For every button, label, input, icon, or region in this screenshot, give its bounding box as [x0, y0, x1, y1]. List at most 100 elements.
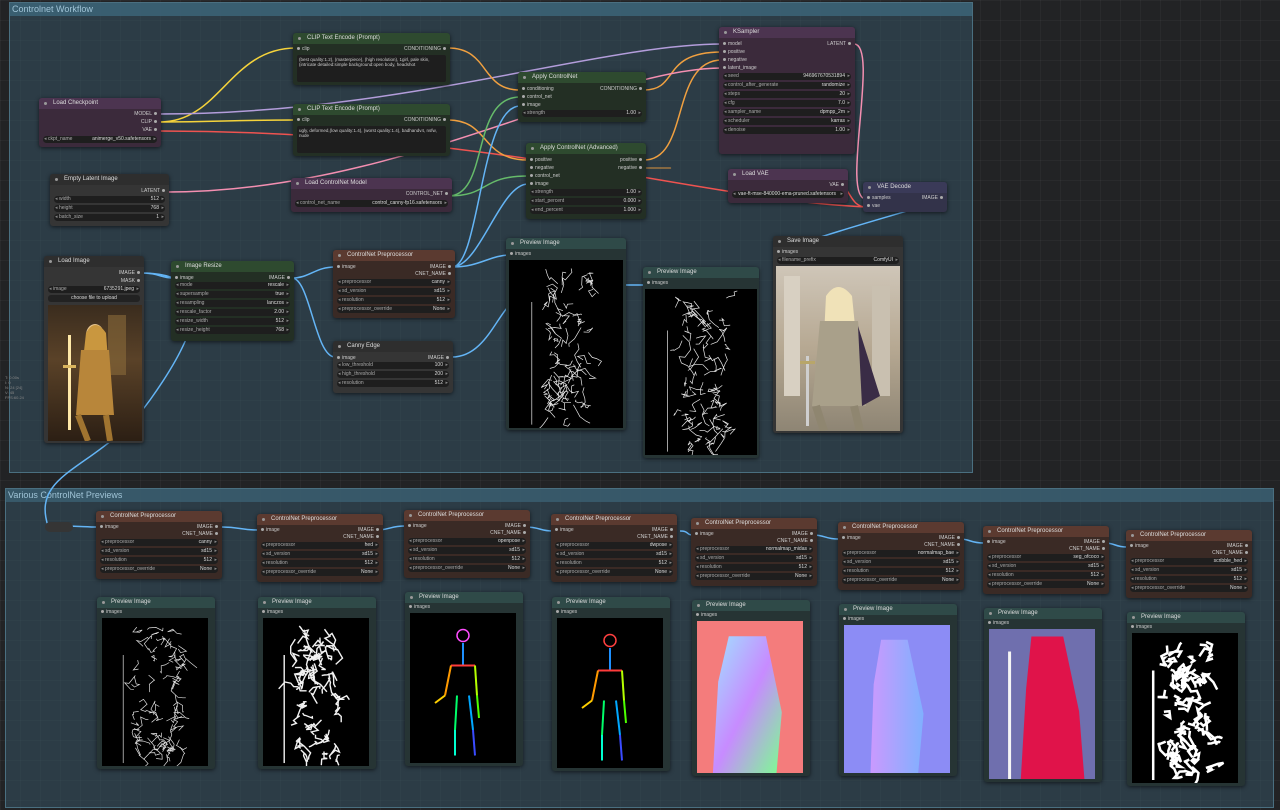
input-vae[interactable]: vae — [867, 203, 880, 209]
node-title[interactable]: Load Image — [44, 256, 144, 267]
widget-cfg[interactable]: cfg 7.0 — [723, 100, 851, 107]
node-controlnet-preprocessor[interactable]: ControlNet Preprocessor image IMAGE CNET… — [257, 514, 383, 582]
widget-preprocessor-override[interactable]: preprocessor_override None — [842, 577, 960, 584]
input-image[interactable]: image — [175, 275, 194, 281]
widget-denoise[interactable]: denoise 1.00 — [723, 127, 851, 134]
input-image[interactable]: image — [695, 531, 714, 537]
prompt-textarea[interactable]: (best quality:1.2), (masterpiece), (high… — [297, 55, 446, 82]
input-images[interactable]: images — [510, 251, 531, 257]
widget-preprocessor-override[interactable]: preprocessor_override None — [987, 581, 1105, 588]
output-model[interactable]: MODEL — [134, 111, 157, 117]
widget-steps[interactable]: steps 20 — [723, 91, 851, 98]
output-image[interactable]: IMAGE — [505, 523, 526, 529]
input-model[interactable]: model — [723, 41, 742, 47]
input-image[interactable]: image — [1130, 543, 1149, 549]
widget-resolution[interactable]: resolution 512 — [1130, 576, 1248, 583]
widget-preprocessor[interactable]: preprocessor scribble_hed — [1130, 558, 1248, 565]
output-conditioning[interactable]: CONDITIONING — [404, 117, 446, 123]
widget-end-percent[interactable]: end_percent 1.000 — [530, 207, 642, 214]
output-image[interactable]: IMAGE — [428, 355, 449, 361]
node-title[interactable]: Preview Image — [258, 597, 376, 608]
node-title[interactable]: Preview Image — [984, 608, 1102, 619]
widget-resolution[interactable]: resolution 512 — [842, 568, 960, 575]
widget-preprocessor[interactable]: preprocessor canny — [100, 539, 218, 546]
output-image[interactable]: IMAGE — [269, 275, 290, 281]
node-controlnet-preprocessor[interactable]: ControlNet Preprocessor image IMAGE CNET… — [404, 510, 530, 578]
widget-ckpt-name[interactable]: ckpt_name animerge_v50.safetensors — [43, 136, 157, 143]
widget-preprocessor[interactable]: preprocessor hed — [261, 542, 379, 549]
output-conditioning[interactable]: CONDITIONING — [404, 46, 446, 52]
input-image[interactable]: image — [555, 527, 574, 533]
node-title[interactable]: Image Resize — [171, 261, 294, 272]
input-images[interactable]: images — [988, 620, 1009, 626]
node-clip-text-encode-positive[interactable]: CLIP Text Encode (Prompt) clip CONDITION… — [293, 33, 450, 85]
widget-sampler-name[interactable]: sampler_name dpmpp_2m — [723, 109, 851, 116]
node-preview-image[interactable]: Preview Image images — [692, 600, 810, 776]
node-title[interactable]: Load ControlNet Model — [291, 178, 452, 189]
widget-resolution[interactable]: resolution 512 — [555, 560, 673, 567]
widget-preprocessor-override[interactable]: preprocessor_override None — [408, 565, 526, 572]
node-title[interactable]: Load VAE — [728, 169, 848, 180]
node-title[interactable]: Preview Image — [97, 597, 215, 608]
output-cnet-name[interactable]: CNET_NAME — [1212, 550, 1248, 556]
output-image[interactable]: IMAGE — [1227, 543, 1248, 549]
widget-vae-name[interactable]: vae-ft-mse-840000-ema-pruned.safetensors — [732, 191, 844, 198]
widget-resolution[interactable]: resolution 512 — [337, 380, 449, 387]
node-title[interactable]: KSampler — [719, 27, 855, 38]
input-latent-image[interactable]: latent_image — [723, 65, 757, 71]
widget-start-percent[interactable]: start_percent 0.000 — [530, 198, 642, 205]
output-image[interactable]: IMAGE — [922, 195, 943, 201]
input-image[interactable]: image — [337, 264, 356, 270]
node-title[interactable]: Preview Image — [692, 600, 810, 611]
input-conditioning[interactable]: conditioning — [522, 86, 554, 92]
node-title[interactable]: Preview Image — [839, 604, 957, 615]
widget-sd-version[interactable]: sd_version sd15 — [261, 551, 379, 558]
widget-resize-width[interactable]: resize_width 512 — [175, 318, 290, 325]
widget-resolution[interactable]: resolution 512 — [100, 557, 218, 564]
input-samples[interactable]: samples — [867, 195, 891, 201]
prompt-textarea[interactable]: ugly, deformed,(low quality:1.4), (worst… — [297, 126, 446, 153]
node-title[interactable]: Load Checkpoint — [39, 98, 161, 109]
output-control-net[interactable]: CONTROL_NET — [406, 191, 448, 197]
widget-preprocessor-override[interactable]: preprocessor_override None — [555, 569, 673, 576]
widget-height[interactable]: height 768 — [54, 205, 165, 212]
input-images[interactable]: images — [843, 616, 864, 622]
node-title[interactable]: VAE Decode — [863, 182, 947, 193]
widget-resampling[interactable]: resampling lanczos — [175, 300, 290, 307]
output-cnet-name[interactable]: CNET_NAME — [343, 534, 379, 540]
output-cnet-name[interactable]: CNET_NAME — [415, 271, 451, 277]
node-preview-image[interactable]: Preview Image images — [258, 597, 376, 769]
input-image[interactable]: image — [842, 535, 861, 541]
output-clip[interactable]: CLIP — [141, 119, 157, 125]
node-title[interactable]: Save Image — [773, 236, 903, 247]
input-clip[interactable]: clip — [297, 117, 310, 123]
node-image-resize[interactable]: Image Resize image IMAGE mode rescale sup… — [171, 261, 294, 341]
widget-preprocessor[interactable]: preprocessor openpose — [408, 538, 526, 545]
node-title[interactable]: ControlNet Preprocessor — [333, 250, 455, 261]
output-image[interactable]: IMAGE — [1084, 539, 1105, 545]
input-images[interactable]: images — [777, 249, 798, 255]
output-vae[interactable]: VAE — [829, 182, 844, 188]
node-title[interactable]: Preview Image — [643, 267, 759, 278]
widget-batch-size[interactable]: batch_size 1 — [54, 214, 165, 221]
widget-resolution[interactable]: resolution 512 — [337, 297, 451, 304]
widget-preprocessor[interactable]: preprocessor dwpose — [555, 542, 673, 549]
widget-sd-version[interactable]: sd_version sd15 — [408, 547, 526, 554]
node-title[interactable]: CLIP Text Encode (Prompt) — [293, 33, 450, 44]
output-image[interactable]: IMAGE — [430, 264, 451, 270]
widget-preprocessor-override[interactable]: preprocessor_override None — [100, 566, 218, 573]
widget-high-threshold[interactable]: high_threshold 200 — [337, 371, 449, 378]
widget-width[interactable]: width 512 — [54, 196, 165, 203]
input-positive[interactable]: positive — [723, 49, 745, 55]
node-apply-controlnet[interactable]: Apply ControlNet conditioning control_ne… — [518, 72, 646, 122]
input-image[interactable]: image — [100, 524, 119, 530]
node-title[interactable]: ControlNet Preprocessor — [1126, 530, 1252, 541]
output-vae[interactable]: VAE — [142, 127, 157, 133]
input-control-net[interactable]: control_net — [522, 94, 552, 100]
node-title[interactable]: Preview Image — [552, 597, 670, 608]
widget-sd-version[interactable]: sd_version sd15 — [100, 548, 218, 555]
node-ksampler[interactable]: KSampler model positive negative latent_… — [719, 27, 855, 154]
output-image[interactable]: IMAGE — [358, 527, 379, 533]
node-title[interactable]: Preview Image — [405, 592, 523, 603]
widget-resolution[interactable]: resolution 512 — [987, 572, 1105, 579]
